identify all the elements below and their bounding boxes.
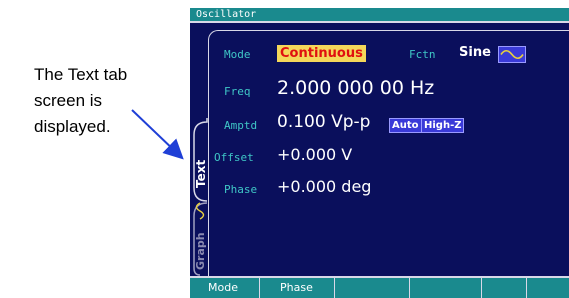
text-tab-panel [208, 30, 569, 276]
tab-graph-label: Graph [194, 232, 207, 270]
mode-label: Mode [224, 48, 251, 61]
tab-text[interactable]: Text [192, 126, 208, 196]
softkey-5[interactable] [482, 278, 527, 298]
offset-label: Offset [214, 151, 254, 164]
tab-sine-icon [195, 202, 205, 220]
fctn-label: Fctn [409, 48, 436, 61]
window-title: Oscillator [190, 8, 569, 21]
phase-label: Phase [224, 183, 258, 196]
softkey-3[interactable] [335, 278, 410, 298]
softkey-mode[interactable]: Mode [190, 278, 260, 298]
amptd-label: Amptd [224, 119, 258, 132]
fctn-value[interactable]: Sine [459, 45, 491, 60]
oscillator-screen: Oscillator Text Graph Mode Continuous Fc… [190, 8, 569, 298]
sine-wave-icon [498, 46, 526, 63]
tab-graph[interactable]: Graph [192, 202, 208, 272]
auto-badge: Auto [389, 118, 422, 133]
annotation-line: The Text tab [34, 65, 128, 84]
tab-text-label: Text [194, 159, 208, 188]
mode-value[interactable]: Continuous [277, 45, 366, 62]
freq-label: Freq [224, 85, 251, 98]
softkey-bar: Mode Phase [190, 276, 569, 298]
amptd-value[interactable]: 0.100 Vp-p [277, 112, 370, 132]
pointer-arrow [131, 109, 184, 160]
softkey-phase[interactable]: Phase [260, 278, 335, 298]
high-z-badge: High-Z [421, 118, 465, 133]
freq-value[interactable]: 2.000 000 00 Hz [277, 77, 434, 99]
softkey-6[interactable] [527, 278, 569, 298]
title-divider [190, 21, 569, 23]
softkey-4[interactable] [410, 278, 482, 298]
phase-value[interactable]: +0.000 deg [277, 177, 371, 196]
offset-value[interactable]: +0.000 V [277, 145, 352, 164]
